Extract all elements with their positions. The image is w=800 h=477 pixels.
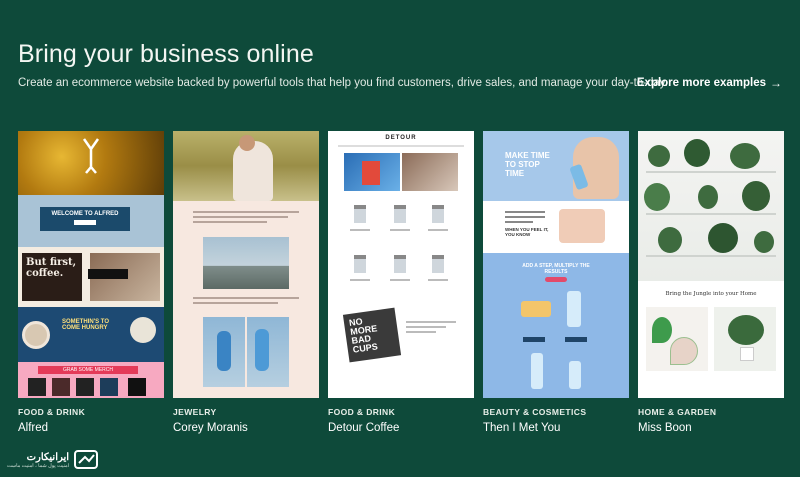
- example-card-then-i-met-you[interactable]: MAKE TIME TO STOP TIME WHEN YOU FEEL IT,…: [483, 131, 629, 434]
- corey-body: [173, 201, 319, 398]
- detour-logo: DETOUR: [385, 135, 417, 141]
- example-thumbnail-corey-moranis[interactable]: [173, 131, 319, 398]
- detour-hero-image: [344, 153, 400, 191]
- alfred-hero: WELCOME TO ALFRED: [18, 195, 164, 247]
- page-title: Bring your business online: [18, 40, 314, 68]
- card-logo-icon: [74, 450, 99, 469]
- page-subtitle: Create an ecommerce website backed by po…: [18, 77, 668, 89]
- missboon-pot-image: [714, 307, 776, 371]
- example-card-alfred[interactable]: WELCOME TO ALFRED But first, coffee. SOM…: [18, 131, 164, 434]
- corey-rock-image: [203, 237, 289, 289]
- example-name[interactable]: Then I Met You: [483, 422, 629, 434]
- example-category: HOME & GARDEN: [638, 407, 717, 417]
- example-category: JEWELRY: [173, 407, 217, 417]
- arrow-right-icon: →: [770, 76, 782, 90]
- explore-more-label: Explore more examples: [636, 77, 766, 89]
- missboon-leaf-image: [646, 307, 708, 371]
- example-thumbnail-detour-coffee[interactable]: DETOUR NO MORE BAD CUPS: [328, 131, 474, 398]
- alfred-promo-section: SOMETHIN'S TO COME HUNGRY: [18, 307, 164, 362]
- coffee-cup-image: [22, 321, 50, 349]
- tim-products: ADD A STEP, MULTIPLY THE RESULTS: [483, 253, 629, 398]
- alfred-coffee-section: But first, coffee.: [18, 247, 164, 307]
- watermark-brand: ایرانیکارت: [26, 451, 70, 463]
- explore-more-link[interactable]: Explore more examples →: [637, 76, 782, 90]
- detour-hero-image-2: [402, 153, 458, 191]
- missboon-plant-wall: [638, 131, 784, 281]
- example-thumbnail-then-i-met-you[interactable]: MAKE TIME TO STOP TIME WHEN YOU FEEL IT,…: [483, 131, 629, 398]
- example-name[interactable]: Alfred: [18, 422, 164, 434]
- example-category: BEAUTY & COSMETICS: [483, 407, 587, 417]
- example-thumbnail-miss-boon[interactable]: Bring the Jungle into your Home: [638, 131, 784, 398]
- example-name[interactable]: Miss Boon: [638, 422, 784, 434]
- watermark-tagline: امنیت پول شما ، امنیت ماست: [7, 462, 70, 469]
- missboon-caption: Bring the Jungle into your Home: [665, 291, 757, 297]
- alfred-tag: [88, 269, 128, 279]
- tim-hero: MAKE TIME TO STOP TIME: [483, 131, 629, 201]
- example-category: FOOD & DRINK: [328, 407, 396, 417]
- alfred-promo-text: SOMETHIN'S TO COME HUNGRY: [62, 319, 109, 331]
- corey-hero-image: [173, 131, 319, 201]
- detour-cups-image: NO MORE BAD CUPS: [342, 307, 402, 363]
- alfred-welcome-banner: WELCOME TO ALFRED: [40, 207, 130, 231]
- example-card-detour-coffee[interactable]: DETOUR NO MORE BAD CUPS FOOD & DRINK Det…: [328, 131, 474, 434]
- alfred-seal-image: [130, 317, 156, 343]
- watermark-logo: ایرانیکارت امنیت پول شما ، امنیت ماست: [7, 448, 99, 472]
- alfred-gold-banner: [18, 131, 164, 195]
- deer-logo-icon: [82, 138, 100, 174]
- tim-feature: WHEN YOU FEEL IT, YOU KNOW: [483, 203, 629, 251]
- example-thumbnail-alfred[interactable]: WELCOME TO ALFRED But first, coffee. SOM…: [18, 131, 164, 398]
- example-card-miss-boon[interactable]: Bring the Jungle into your Home HOME & G…: [638, 131, 784, 434]
- example-name[interactable]: Detour Coffee: [328, 422, 474, 434]
- alfred-merch-section: GRAB SOME MERCH: [18, 362, 164, 398]
- example-category: FOOD & DRINK: [18, 407, 86, 417]
- alfred-coffee-sign: But first, coffee.: [22, 253, 82, 301]
- tim-hero-text: MAKE TIME TO STOP TIME: [505, 151, 550, 178]
- example-card-corey-moranis[interactable]: JEWELRY Corey Moranis: [173, 131, 319, 434]
- alfred-merch-banner: GRAB SOME MERCH: [38, 366, 138, 374]
- example-name[interactable]: Corey Moranis: [173, 422, 319, 434]
